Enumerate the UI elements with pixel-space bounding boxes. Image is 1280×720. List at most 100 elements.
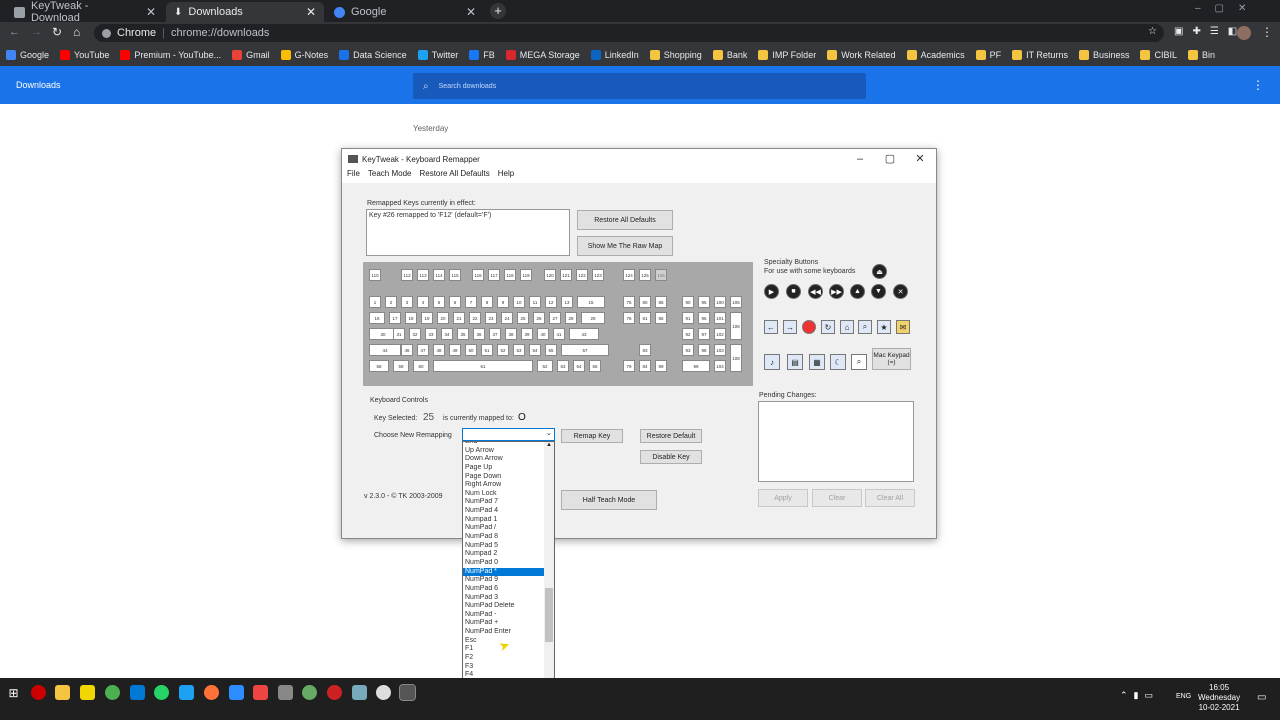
language-indicator[interactable]: ENG [1176, 693, 1191, 700]
key-21[interactable]: 21 [453, 312, 465, 324]
rewind-icon[interactable]: ◀◀ [808, 284, 823, 299]
key-60[interactable]: 60 [413, 360, 429, 372]
key-125[interactable]: 125 [639, 269, 651, 281]
key-36[interactable]: 36 [473, 328, 485, 340]
apply-button[interactable]: Apply [758, 489, 808, 507]
dropdown-option[interactable]: Numpad 1 [463, 516, 544, 525]
more-icon[interactable]: ⋮ [1252, 78, 1264, 92]
bookmark-item[interactable]: Bank [712, 50, 747, 60]
avatar[interactable] [1237, 26, 1251, 40]
show-raw-map-button[interactable]: Show Me The Raw Map [577, 236, 673, 256]
bookmark-item[interactable]: YouTube [60, 50, 109, 60]
key-16[interactable]: 16 [369, 312, 385, 324]
scrollbar-thumb[interactable] [545, 588, 553, 642]
calculator-icon[interactable]: ▦ [809, 354, 825, 370]
restore-all-defaults-button[interactable]: Restore All Defaults [577, 210, 673, 230]
key-38[interactable]: 38 [505, 328, 517, 340]
dropdown-option[interactable]: NumPad 8 [463, 533, 544, 542]
key-13[interactable]: 13 [561, 296, 573, 308]
key-35[interactable]: 35 [457, 328, 469, 340]
dropdown-option[interactable]: NumPad + [463, 619, 544, 628]
key-29[interactable]: 29 [581, 312, 605, 324]
home-icon[interactable]: ⌂ [840, 320, 854, 334]
system-clock[interactable]: 16:05 Wednesday 10-02-2021 [1198, 683, 1240, 713]
menu-teach-mode[interactable]: Teach Mode [368, 169, 412, 183]
key-40[interactable]: 40 [537, 328, 549, 340]
dropdown-option[interactable]: Down Arrow [463, 455, 544, 464]
key-24[interactable]: 24 [501, 312, 513, 324]
window-controls[interactable]: –▢✕ [1195, 3, 1260, 14]
key-51[interactable]: 51 [481, 344, 493, 356]
close-icon[interactable]: ✕ [905, 149, 935, 169]
app-icon[interactable] [302, 685, 317, 700]
key-57[interactable]: 57 [561, 344, 609, 356]
key-41[interactable]: 41 [553, 328, 565, 340]
play-icon[interactable]: ▶ [764, 284, 779, 299]
volume-down-icon[interactable]: ▼ [871, 284, 886, 299]
key-108[interactable]: 108 [730, 344, 742, 372]
menu-restore-all[interactable]: Restore All Defaults [419, 169, 489, 183]
key-65[interactable]: 65 [589, 360, 601, 372]
key-83[interactable]: 83 [639, 344, 651, 356]
key-126[interactable]: 126 [655, 269, 667, 281]
key-10[interactable]: 10 [513, 296, 525, 308]
bookmark-item[interactable]: Business [1078, 50, 1129, 60]
menu-help[interactable]: Help [498, 169, 514, 183]
key-5[interactable]: 5 [433, 296, 445, 308]
my-computer-icon[interactable]: ▤ [787, 354, 803, 370]
key-46[interactable]: 46 [401, 344, 413, 356]
key-80[interactable]: 80 [639, 296, 651, 308]
key-43[interactable]: 43 [569, 328, 599, 340]
bookmark-item[interactable]: FB [469, 50, 495, 60]
bookmark-item[interactable]: Bin [1188, 50, 1215, 60]
twitter-icon[interactable] [179, 685, 194, 700]
bookmark-item[interactable]: G-Notes [280, 50, 328, 60]
key-52[interactable]: 52 [497, 344, 509, 356]
close-icon[interactable]: ✕ [466, 5, 476, 19]
dropdown-option[interactable]: NumPad 5 [463, 542, 544, 551]
key-2[interactable]: 2 [385, 296, 397, 308]
maximize-icon[interactable]: ▢ [875, 149, 905, 169]
tab-keytweak[interactable]: KeyTweak - Download ✕ [6, 0, 164, 24]
key-44[interactable]: 44 [369, 344, 401, 356]
whatsapp-icon[interactable] [154, 685, 169, 700]
bookmark-item[interactable]: LinkedIn [590, 50, 639, 60]
mac-keypad-button[interactable]: Mac Keypad (=) [872, 348, 911, 370]
key-25[interactable]: 25 [517, 312, 529, 324]
dropdown-option[interactable]: F3 [463, 663, 544, 672]
key-33[interactable]: 33 [425, 328, 437, 340]
dropdown-scrollbar[interactable]: ▲ ▼ [544, 442, 554, 702]
key-63[interactable]: 63 [557, 360, 569, 372]
key-95[interactable]: 95 [698, 296, 710, 308]
key-93[interactable]: 93 [682, 344, 694, 356]
key-76[interactable]: 76 [623, 312, 635, 324]
key-54[interactable]: 54 [529, 344, 541, 356]
close-icon[interactable]: ✕ [306, 5, 316, 19]
firefox-icon[interactable] [204, 685, 219, 700]
bookmark-item[interactable]: MEGA Storage [505, 50, 580, 60]
minimize-icon[interactable]: – [845, 149, 875, 169]
star-icon[interactable]: ☆ [1148, 26, 1157, 37]
key-115[interactable]: 115 [449, 269, 461, 281]
disable-key-button[interactable]: Disable Key [640, 450, 702, 464]
key-101[interactable]: 101 [714, 312, 726, 324]
key-81[interactable]: 81 [639, 312, 651, 324]
sleep-icon[interactable]: ☾ [830, 354, 846, 370]
bookmark-item[interactable]: Shopping [649, 50, 702, 60]
dropdown-option[interactable]: Num Lock [463, 490, 544, 499]
close-icon[interactable]: ✕ [146, 5, 156, 19]
key-113[interactable]: 113 [417, 269, 429, 281]
restore-default-button[interactable]: Restore Default [640, 429, 702, 443]
dropdown-option[interactable]: Page Up [463, 464, 544, 473]
key-92[interactable]: 92 [682, 328, 694, 340]
bookmark-item[interactable]: IT Returns [1012, 50, 1068, 60]
key-90[interactable]: 90 [682, 296, 694, 308]
key-28[interactable]: 28 [565, 312, 577, 324]
remapped-keys-box[interactable]: Key #26 remapped to 'F12' (default='F') [366, 209, 570, 256]
app-icon[interactable] [253, 685, 268, 700]
key-62[interactable]: 62 [537, 360, 553, 372]
key-18[interactable]: 18 [405, 312, 417, 324]
key-122[interactable]: 122 [576, 269, 588, 281]
key-47[interactable]: 47 [417, 344, 429, 356]
outlook-icon[interactable] [130, 685, 145, 700]
